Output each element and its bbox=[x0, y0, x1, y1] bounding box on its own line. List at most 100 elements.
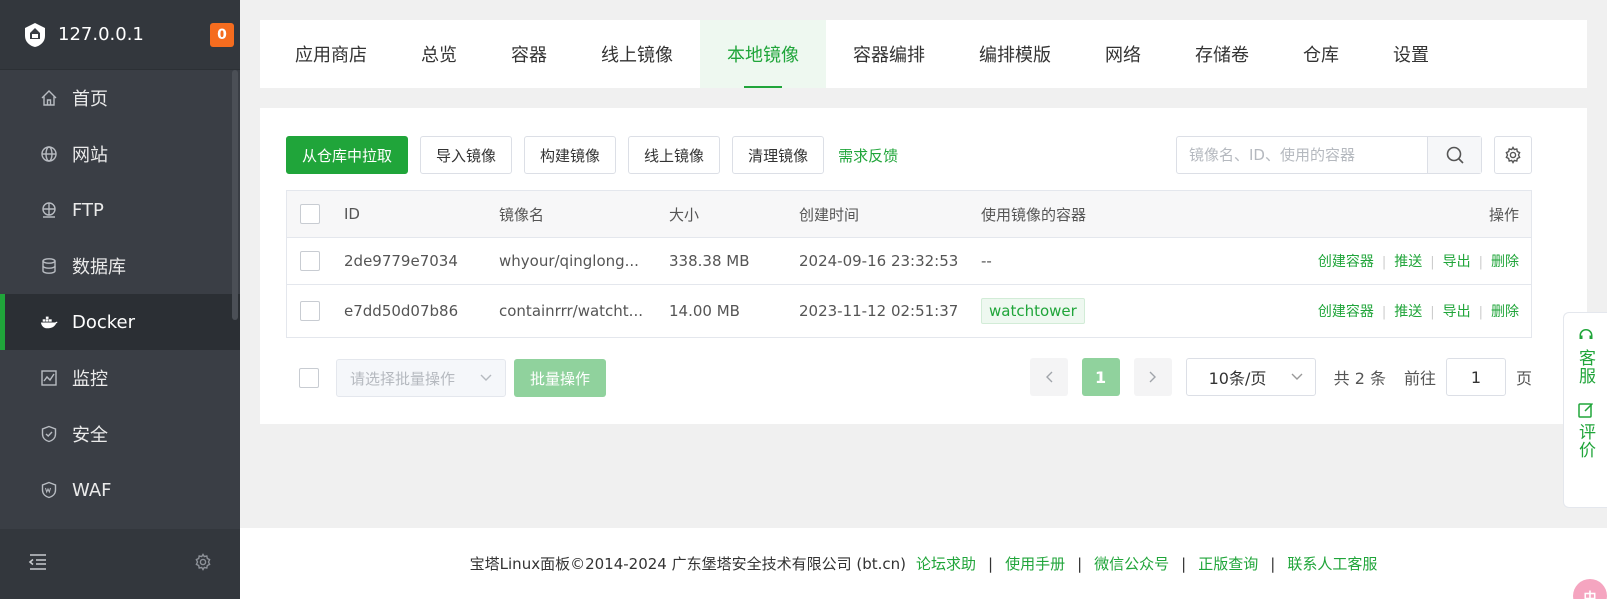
bulk-action-select[interactable]: 请选择批量操作 bbox=[336, 359, 506, 397]
sidebar-item-label: 网站 bbox=[72, 145, 108, 166]
pagination: 1 10条/页 共 2 条 前往 页 bbox=[1029, 358, 1532, 396]
header-created[interactable]: 创建时间 bbox=[799, 204, 981, 225]
next-page-button[interactable] bbox=[1133, 358, 1172, 396]
sidebar-item-docker[interactable]: Docker bbox=[0, 294, 240, 350]
container-tag[interactable]: watchtower bbox=[981, 298, 1085, 324]
create-container-link[interactable]: 创建容器 bbox=[1318, 254, 1374, 270]
ftp-icon bbox=[40, 201, 58, 219]
clean-images-button[interactable]: 清理镜像 bbox=[732, 136, 825, 174]
forum-help-link[interactable]: 论坛求助 bbox=[916, 553, 976, 574]
images-panel: 从仓库中拉取 导入镜像 构建镜像 线上镜像 清理镜像 需求反馈 ID 镜像名 大… bbox=[260, 108, 1587, 424]
page-size-value: 10条/页 bbox=[1208, 369, 1267, 388]
delete-link[interactable]: 删除 bbox=[1491, 304, 1519, 320]
header-name[interactable]: 镜像名 bbox=[499, 204, 669, 225]
contact-support-link[interactable]: 联系人工客服 bbox=[1287, 553, 1377, 574]
page-footer: 宝塔Linux面板©2014-2024 广东堡塔安全技术有限公司 (bt.cn)… bbox=[240, 528, 1607, 599]
prev-page-button[interactable] bbox=[1029, 358, 1068, 396]
tab-volumes[interactable]: 存储卷 bbox=[1168, 20, 1276, 88]
page-number-current[interactable]: 1 bbox=[1081, 358, 1120, 396]
customer-service-button[interactable]: 客服 bbox=[1573, 327, 1598, 385]
feedback-link[interactable]: 需求反馈 bbox=[838, 145, 898, 166]
review-button[interactable]: 评价 bbox=[1573, 401, 1598, 459]
image-size: 14.00 MB bbox=[669, 302, 740, 320]
page-suffix: 页 bbox=[1515, 369, 1532, 388]
sidebar: 127.0.0.1 0 首页 网站 FTP 数据库 Docker 监控 安全 W… bbox=[0, 0, 240, 599]
sidebar-header: 127.0.0.1 0 bbox=[0, 0, 240, 70]
sidebar-item-website[interactable]: 网站 bbox=[0, 126, 240, 182]
row-checkbox[interactable] bbox=[300, 301, 320, 321]
globe-icon bbox=[40, 145, 58, 163]
sidebar-item-label: FTP bbox=[72, 199, 104, 221]
database-icon bbox=[40, 257, 58, 275]
select-all-checkbox[interactable] bbox=[300, 204, 320, 224]
pull-from-registry-button[interactable]: 从仓库中拉取 bbox=[286, 136, 409, 174]
bulk-select-checkbox[interactable] bbox=[299, 368, 319, 388]
sidebar-item-monitor[interactable]: 监控 bbox=[0, 350, 240, 406]
sidebar-item-security[interactable]: 安全 bbox=[0, 406, 240, 462]
tab-network[interactable]: 网络 bbox=[1078, 20, 1168, 88]
push-link[interactable]: 推送 bbox=[1394, 304, 1422, 320]
license-check-link[interactable]: 正版查询 bbox=[1198, 553, 1258, 574]
copyright-text: 宝塔Linux面板©2014-2024 广东堡塔安全技术有限公司 (bt.cn) bbox=[469, 555, 906, 573]
floating-service-panel: 客服 评价 bbox=[1563, 312, 1607, 508]
delete-link[interactable]: 删除 bbox=[1491, 254, 1519, 270]
create-container-link[interactable]: 创建容器 bbox=[1318, 304, 1374, 320]
header-id[interactable]: ID bbox=[344, 205, 499, 223]
server-host[interactable]: 127.0.0.1 bbox=[58, 24, 210, 45]
wechat-link[interactable]: 微信公众号 bbox=[1094, 553, 1169, 574]
tab-overview[interactable]: 总览 bbox=[394, 20, 484, 88]
table-header-row: ID 镜像名 大小 创建时间 使用镜像的容器 操作 bbox=[287, 191, 1531, 238]
notification-badge[interactable]: 0 bbox=[210, 22, 234, 47]
images-toolbar: 从仓库中拉取 导入镜像 构建镜像 线上镜像 清理镜像 需求反馈 bbox=[286, 136, 898, 174]
search-input[interactable] bbox=[1177, 137, 1427, 173]
tab-registry[interactable]: 仓库 bbox=[1276, 20, 1366, 88]
customer-service-label: 客服 bbox=[1575, 349, 1595, 385]
row-checkbox[interactable] bbox=[300, 251, 320, 271]
goto-page-input[interactable] bbox=[1445, 358, 1506, 396]
sidebar-item-label: 安全 bbox=[72, 425, 108, 446]
search-button[interactable] bbox=[1427, 137, 1481, 173]
image-created: 2023-11-12 02:51:37 bbox=[799, 302, 959, 320]
goto-label: 前往 bbox=[1403, 369, 1436, 388]
table-settings-button[interactable] bbox=[1494, 136, 1532, 174]
sidebar-item-label: 监控 bbox=[72, 369, 108, 390]
push-link[interactable]: 推送 bbox=[1394, 254, 1422, 270]
collapse-menu-icon[interactable] bbox=[28, 553, 48, 575]
sidebar-item-home[interactable]: 首页 bbox=[0, 70, 240, 126]
edit-icon bbox=[1577, 402, 1593, 418]
image-name: containrrr/watcht... bbox=[499, 302, 643, 320]
sidebar-item-label: WAF bbox=[72, 479, 112, 501]
online-images-button[interactable]: 线上镜像 bbox=[628, 136, 721, 174]
review-label: 评价 bbox=[1575, 423, 1595, 459]
sidebar-item-database[interactable]: 数据库 bbox=[0, 238, 240, 294]
sidebar-item-ftp[interactable]: FTP bbox=[0, 182, 240, 238]
sidebar-scrollbar[interactable] bbox=[232, 70, 238, 320]
tab-online-images[interactable]: 线上镜像 bbox=[574, 20, 700, 88]
tab-settings[interactable]: 设置 bbox=[1366, 20, 1456, 88]
build-image-button[interactable]: 构建镜像 bbox=[524, 136, 617, 174]
tab-app-store[interactable]: 应用商店 bbox=[268, 20, 394, 88]
page-size-select[interactable]: 10条/页 bbox=[1185, 358, 1316, 396]
tab-compose-templates[interactable]: 编排模版 bbox=[952, 20, 1078, 88]
sidebar-item-waf[interactable]: WAF bbox=[0, 462, 240, 518]
tab-containers[interactable]: 容器 bbox=[484, 20, 574, 88]
shield-icon bbox=[40, 425, 58, 443]
headset-icon bbox=[1579, 329, 1592, 339]
settings-gear-icon[interactable] bbox=[194, 553, 212, 575]
gear-icon bbox=[1505, 146, 1521, 164]
export-link[interactable]: 导出 bbox=[1443, 254, 1471, 270]
export-link[interactable]: 导出 bbox=[1443, 304, 1471, 320]
manual-link[interactable]: 使用手册 bbox=[1005, 553, 1065, 574]
main-content: 应用商店 总览 容器 线上镜像 本地镜像 容器编排 编排模版 网络 存储卷 仓库… bbox=[240, 0, 1607, 599]
header-size[interactable]: 大小 bbox=[669, 204, 799, 225]
image-size: 338.38 MB bbox=[669, 252, 750, 270]
waf-icon bbox=[40, 481, 58, 499]
sidebar-menu: 首页 网站 FTP 数据库 Docker 监控 安全 WAF bbox=[0, 70, 240, 518]
tab-compose[interactable]: 容器编排 bbox=[826, 20, 952, 88]
monitor-icon bbox=[40, 369, 58, 387]
bulk-action-button[interactable]: 批量操作 bbox=[514, 359, 607, 397]
tab-local-images[interactable]: 本地镜像 bbox=[700, 20, 826, 88]
header-ops: 操作 bbox=[1488, 205, 1519, 224]
images-table: ID 镜像名 大小 创建时间 使用镜像的容器 操作 2de9779e7034 w… bbox=[286, 190, 1532, 338]
import-image-button[interactable]: 导入镜像 bbox=[420, 136, 513, 174]
